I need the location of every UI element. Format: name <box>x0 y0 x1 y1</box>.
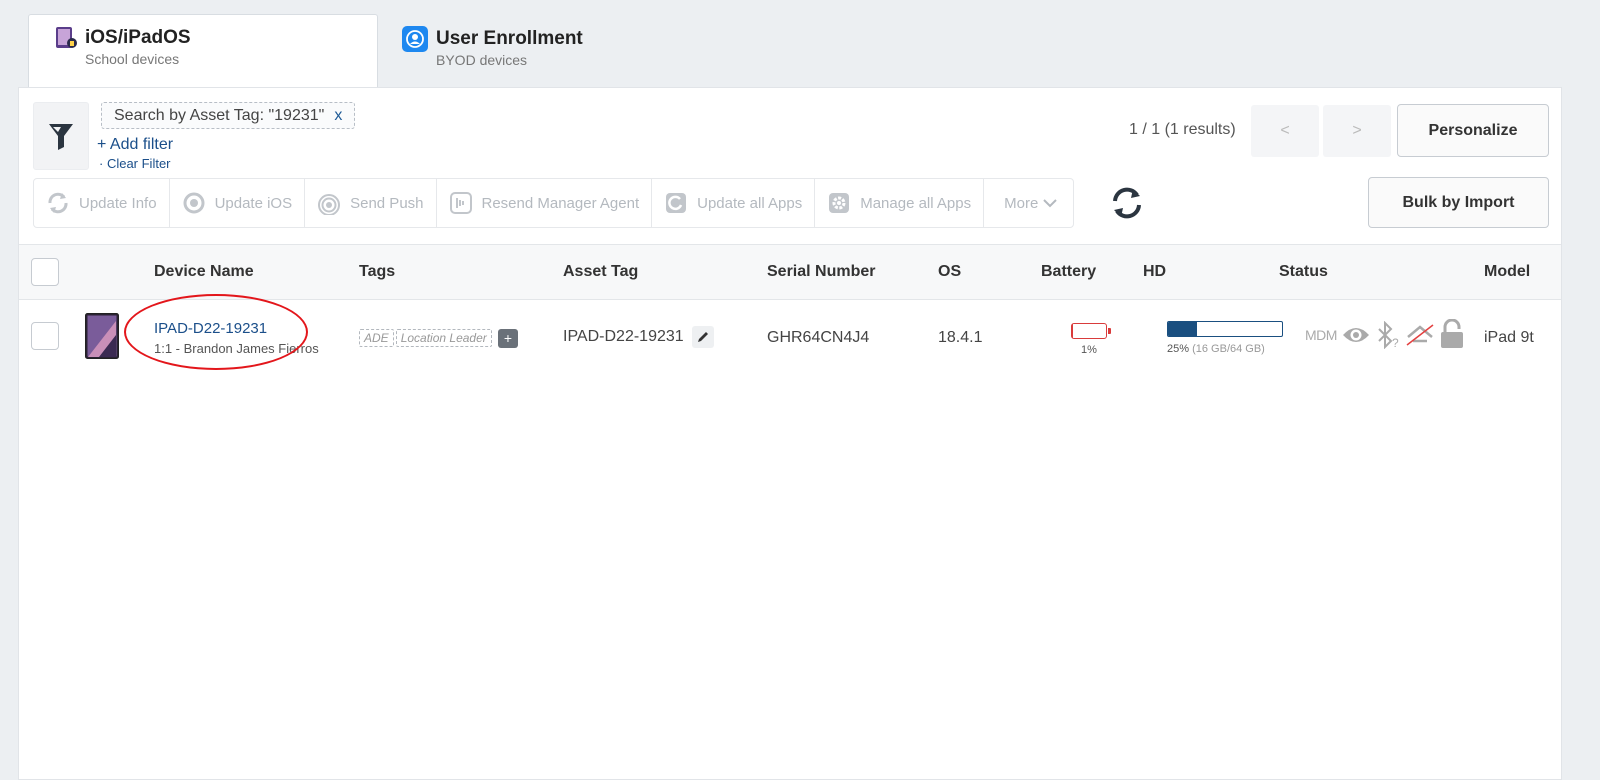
remove-filter-button[interactable]: x <box>334 107 342 124</box>
storage-percent: 25% <box>1167 343 1190 355</box>
storage-detail: (16 GB/64 GB) <box>1192 343 1265 355</box>
column-asset-tag[interactable]: Asset Tag <box>563 245 638 299</box>
airplay-off-icon <box>1406 324 1434 346</box>
tab-title: iOS/iPadOS <box>85 27 191 48</box>
update-ios-button[interactable]: Update iOS <box>170 179 306 227</box>
filter-chip-label: Search by Asset Tag: "19231" <box>114 107 325 124</box>
bulk-action-toolbar: Update Info Update iOS Send Push Resend … <box>33 178 1075 228</box>
asset-tag-value: IPAD-D22-19231 <box>563 328 684 346</box>
mdm-status: MDM <box>1305 327 1337 343</box>
tag-chip[interactable]: Location Leader <box>395 329 492 348</box>
send-push-label: Send Push <box>350 194 424 212</box>
add-filter-link[interactable]: + Add filter <box>97 136 173 154</box>
column-model[interactable]: Model <box>1484 245 1530 299</box>
manage-all-apps-button[interactable]: Manage all Apps <box>815 179 985 227</box>
column-battery[interactable]: Battery <box>1041 245 1096 299</box>
tab-ios-ipados[interactable]: iOS/iPadOS School devices <box>28 14 378 88</box>
select-all-checkbox[interactable] <box>31 258 59 286</box>
device-name-link[interactable]: IPAD-D22-19231 <box>154 320 267 337</box>
column-status[interactable]: Status <box>1279 245 1328 299</box>
svg-text:?: ? <box>1392 336 1399 349</box>
chevron-down-icon <box>1043 199 1058 208</box>
column-hd[interactable]: HD <box>1143 245 1166 299</box>
model-value: iPad 9t <box>1484 329 1534 346</box>
filter-button[interactable] <box>33 102 89 170</box>
tags-cell: ADE Location Leader + <box>359 329 518 348</box>
storage-label: 25% (16 GB/64 GB) <box>1167 343 1265 355</box>
ios-device-icon <box>56 27 77 48</box>
device-owner: 1:1 - Brandon James Fierros <box>154 341 319 356</box>
devices-panel: Search by Asset Tag: "19231" x + Add filt… <box>18 87 1562 780</box>
resend-agent-label: Resend Manager Agent <box>481 194 640 212</box>
tag-chip[interactable]: ADE <box>359 329 394 348</box>
more-label: More <box>1004 194 1039 212</box>
manage-apps-label: Manage all Apps <box>860 194 972 212</box>
column-tags[interactable]: Tags <box>359 245 395 299</box>
sync-icon <box>48 192 68 214</box>
add-tag-button[interactable]: + <box>497 329 518 348</box>
gear-icon <box>829 193 850 213</box>
tab-user-enrollment[interactable]: User Enrollment BYOD devices <box>400 14 660 88</box>
battery-percent: 1% <box>1081 344 1097 356</box>
prev-page-button[interactable]: < <box>1251 105 1319 157</box>
update-info-label: Update Info <box>79 194 157 212</box>
user-enrollment-icon <box>402 26 428 52</box>
storage-bar <box>1167 321 1283 337</box>
ipad-thumbnail <box>85 313 119 359</box>
resend-manager-agent-button[interactable]: Resend Manager Agent <box>437 179 653 227</box>
active-filter-chip[interactable]: Search by Asset Tag: "19231" x <box>101 102 356 129</box>
update-all-apps-button[interactable]: Update all Apps <box>652 179 816 227</box>
tab-subtitle: School devices <box>85 51 180 67</box>
table-header: Device Name Tags Asset Tag Serial Number… <box>19 244 1561 300</box>
lock-open-icon <box>1441 319 1463 348</box>
tab-subtitle: BYOD devices <box>436 52 528 68</box>
next-page-button[interactable]: > <box>1323 105 1391 157</box>
edit-asset-tag-button[interactable] <box>692 326 715 348</box>
personalize-button[interactable]: Personalize <box>1397 104 1549 157</box>
update-apps-label: Update all Apps <box>697 194 803 212</box>
refresh-icon[interactable] <box>1109 185 1145 221</box>
serial-number: GHR64CN4J4 <box>767 329 870 346</box>
results-count: 1 / 1 (1 results) <box>1129 121 1236 138</box>
row-checkbox[interactable] <box>31 322 59 350</box>
bulk-by-import-button[interactable]: Bulk by Import <box>1368 177 1549 228</box>
tab-title: User Enrollment <box>436 28 583 49</box>
column-device-name[interactable]: Device Name <box>154 245 254 299</box>
app-update-icon <box>666 193 687 213</box>
filter-funnel-icon <box>49 124 73 150</box>
eye-icon <box>1343 328 1369 342</box>
more-actions-dropdown[interactable]: More <box>984 179 1073 227</box>
asset-tag-cell: IPAD-D22-19231 <box>563 326 715 348</box>
update-info-button[interactable]: Update Info <box>34 179 170 227</box>
pencil-icon <box>698 332 709 342</box>
table-row: IPAD-D22-19231 1:1 - Brandon James Fierr… <box>19 301 1561 379</box>
column-os[interactable]: OS <box>938 245 961 299</box>
clear-filter-link[interactable]: · Clear Filter <box>99 156 171 171</box>
send-push-button[interactable]: Send Push <box>305 179 437 227</box>
bluetooth-unknown-icon: ? <box>1378 321 1399 349</box>
update-ios-label: Update iOS <box>214 194 293 212</box>
battery-indicator <box>1071 323 1111 339</box>
os-version: 18.4.1 <box>938 329 983 346</box>
broadcast-icon <box>318 194 341 215</box>
agent-icon <box>449 192 472 214</box>
update-os-icon <box>183 192 205 214</box>
column-serial-number[interactable]: Serial Number <box>767 245 875 299</box>
